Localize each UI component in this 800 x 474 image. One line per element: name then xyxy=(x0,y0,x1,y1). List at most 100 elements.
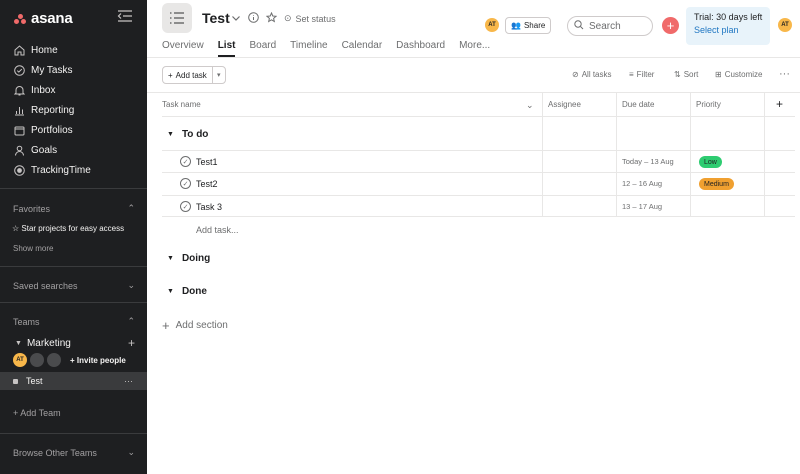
sidebar-item-inbox[interactable]: Inbox xyxy=(0,80,147,100)
due-date[interactable]: 13 – 17 Aug xyxy=(622,202,662,211)
task-name[interactable]: Task 3 xyxy=(196,202,222,212)
column-header-assignee[interactable]: Assignee xyxy=(548,100,581,109)
quick-add-button[interactable]: + xyxy=(662,17,679,34)
sidebar-item-portfolios[interactable]: Portfolios xyxy=(0,120,147,140)
invite-people-button[interactable]: + Invite people xyxy=(70,356,126,365)
chevron-down-icon[interactable]: ⌄ xyxy=(127,280,135,291)
sidebar-project-test[interactable]: Test ··· xyxy=(0,372,147,390)
add-task-inline-button[interactable]: Add task... xyxy=(196,225,239,235)
show-more-link[interactable]: Show more xyxy=(13,244,53,253)
tab-overview[interactable]: Overview xyxy=(162,40,204,57)
sidebar-item-my-tasks[interactable]: My Tasks xyxy=(0,60,147,80)
more-options-icon[interactable]: ··· xyxy=(779,68,790,80)
caret-down-icon[interactable]: ▼ xyxy=(167,255,174,262)
section-doing[interactable]: ▼ Doing xyxy=(167,253,210,264)
complete-task-icon[interactable]: ✓ xyxy=(180,156,191,167)
add-column-icon[interactable]: + xyxy=(776,97,783,111)
asana-logo[interactable]: asana xyxy=(14,10,73,27)
task-name[interactable]: Test2 xyxy=(196,179,218,189)
select-plan-link[interactable]: Select plan xyxy=(694,25,770,35)
sidebar-item-home[interactable]: Home xyxy=(0,40,147,60)
column-header-due-date[interactable]: Due date xyxy=(622,100,654,109)
tab-board[interactable]: Board xyxy=(249,40,276,57)
sidebar-item-label: Reporting xyxy=(31,104,75,116)
title-actions xyxy=(231,11,278,26)
add-task-button[interactable]: + Add task xyxy=(163,67,213,83)
search-input[interactable]: Search xyxy=(567,16,653,36)
sort-icon: ⇅ xyxy=(674,70,681,79)
column-header-priority[interactable]: Priority xyxy=(696,100,721,109)
due-date[interactable]: 12 – 16 Aug xyxy=(622,179,662,188)
caret-down-icon[interactable]: ▼ xyxy=(15,340,22,347)
chevron-down-icon[interactable] xyxy=(231,12,241,26)
filter-button[interactable]: ≡ Filter xyxy=(629,70,654,79)
sort-label: Sort xyxy=(683,70,699,79)
tab-list[interactable]: List xyxy=(217,40,236,57)
toolbar-divider xyxy=(147,92,800,93)
all-tasks-label: All tasks xyxy=(581,70,612,79)
tab-dashboard[interactable]: Dashboard xyxy=(396,40,445,57)
trial-banner[interactable]: Trial: 30 days left Select plan xyxy=(686,7,770,45)
user-avatar[interactable]: AT xyxy=(778,18,792,32)
caret-down-icon[interactable]: ▼ xyxy=(167,288,174,295)
column-header-task-name[interactable]: Task name xyxy=(162,100,201,109)
sort-button[interactable]: ⇅ Sort xyxy=(674,70,698,79)
chevron-up-icon[interactable]: ⌃ xyxy=(127,203,135,214)
project-name: Test xyxy=(26,376,43,386)
table-row[interactable]: ✓ Task 3 13 – 17 Aug xyxy=(162,195,795,217)
task-name[interactable]: Test1 xyxy=(196,157,218,167)
chevron-up-icon[interactable]: ⌃ xyxy=(127,316,135,327)
project-list-icon[interactable] xyxy=(162,3,192,33)
avatar[interactable]: AT xyxy=(13,353,27,367)
tab-more[interactable]: More... xyxy=(459,40,490,57)
share-button[interactable]: 👥 Share xyxy=(505,17,552,34)
add-section-label: Add section xyxy=(175,320,228,331)
browse-teams-header[interactable]: Browse Other Teams ⌄ xyxy=(13,447,135,458)
share-label: Share xyxy=(523,21,546,30)
page-title[interactable]: Test xyxy=(202,10,230,26)
add-section-button[interactable]: + Add section xyxy=(162,318,228,333)
tab-timeline[interactable]: Timeline xyxy=(290,40,327,57)
sidebar-item-trackingtime[interactable]: TrackingTime xyxy=(0,160,147,180)
section-done[interactable]: ▼ Done xyxy=(167,286,207,297)
all-tasks-filter[interactable]: ⊘ All tasks xyxy=(572,70,612,79)
add-team-button[interactable]: + Add Team xyxy=(13,408,61,418)
star-icon[interactable] xyxy=(265,11,278,26)
set-status-label: Set status xyxy=(295,13,336,24)
avatar-placeholder xyxy=(30,353,44,367)
sidebar-divider xyxy=(0,302,147,303)
sidebar-item-label: Inbox xyxy=(31,84,56,96)
sidebar-item-goals[interactable]: Goals xyxy=(0,140,147,160)
info-icon[interactable] xyxy=(248,12,259,26)
saved-searches-header[interactable]: Saved searches ⌄ xyxy=(13,280,135,291)
chevron-down-icon[interactable]: ⌄ xyxy=(526,100,534,111)
sidebar-item-reporting[interactable]: Reporting xyxy=(0,100,147,120)
folder-icon xyxy=(13,124,25,136)
teams-header[interactable]: Teams ⌃ xyxy=(13,316,135,327)
section-name: Doing xyxy=(181,253,211,264)
team-marketing[interactable]: ▼ Marketing + xyxy=(15,336,135,350)
complete-task-icon[interactable]: ✓ xyxy=(180,178,191,189)
set-status-button[interactable]: ⊙ Set status xyxy=(284,13,336,24)
caret-down-icon[interactable]: ▼ xyxy=(167,131,174,138)
chevron-down-icon[interactable]: ⌄ xyxy=(127,447,135,458)
table-row[interactable]: ✓ Test1 Today – 13 Aug Low xyxy=(162,150,795,172)
tab-calendar[interactable]: Calendar xyxy=(342,40,383,57)
due-date[interactable]: Today – 13 Aug xyxy=(622,157,674,166)
saved-searches-label: Saved searches xyxy=(13,280,78,291)
priority-badge[interactable]: Low xyxy=(699,156,722,168)
check-circle-icon xyxy=(13,64,25,76)
add-task-dropdown-icon[interactable]: ▾ xyxy=(213,67,225,83)
customize-button[interactable]: ⊞ Customize xyxy=(715,70,763,79)
section-name: Done xyxy=(181,286,207,297)
more-options-icon[interactable]: ··· xyxy=(124,376,133,386)
complete-task-icon[interactable]: ✓ xyxy=(180,201,191,212)
section-to-do[interactable]: ▼ To do xyxy=(167,129,208,140)
table-row[interactable]: ✓ Test2 12 – 16 Aug Medium xyxy=(162,172,795,194)
priority-badge[interactable]: Medium xyxy=(699,178,734,190)
favorites-header[interactable]: Favorites ⌃ xyxy=(13,203,135,214)
invite-people-label: Invite people xyxy=(76,355,126,365)
add-project-icon[interactable]: + xyxy=(128,336,135,350)
collapse-sidebar-icon[interactable] xyxy=(117,10,133,24)
avatar[interactable]: AT xyxy=(485,18,499,32)
